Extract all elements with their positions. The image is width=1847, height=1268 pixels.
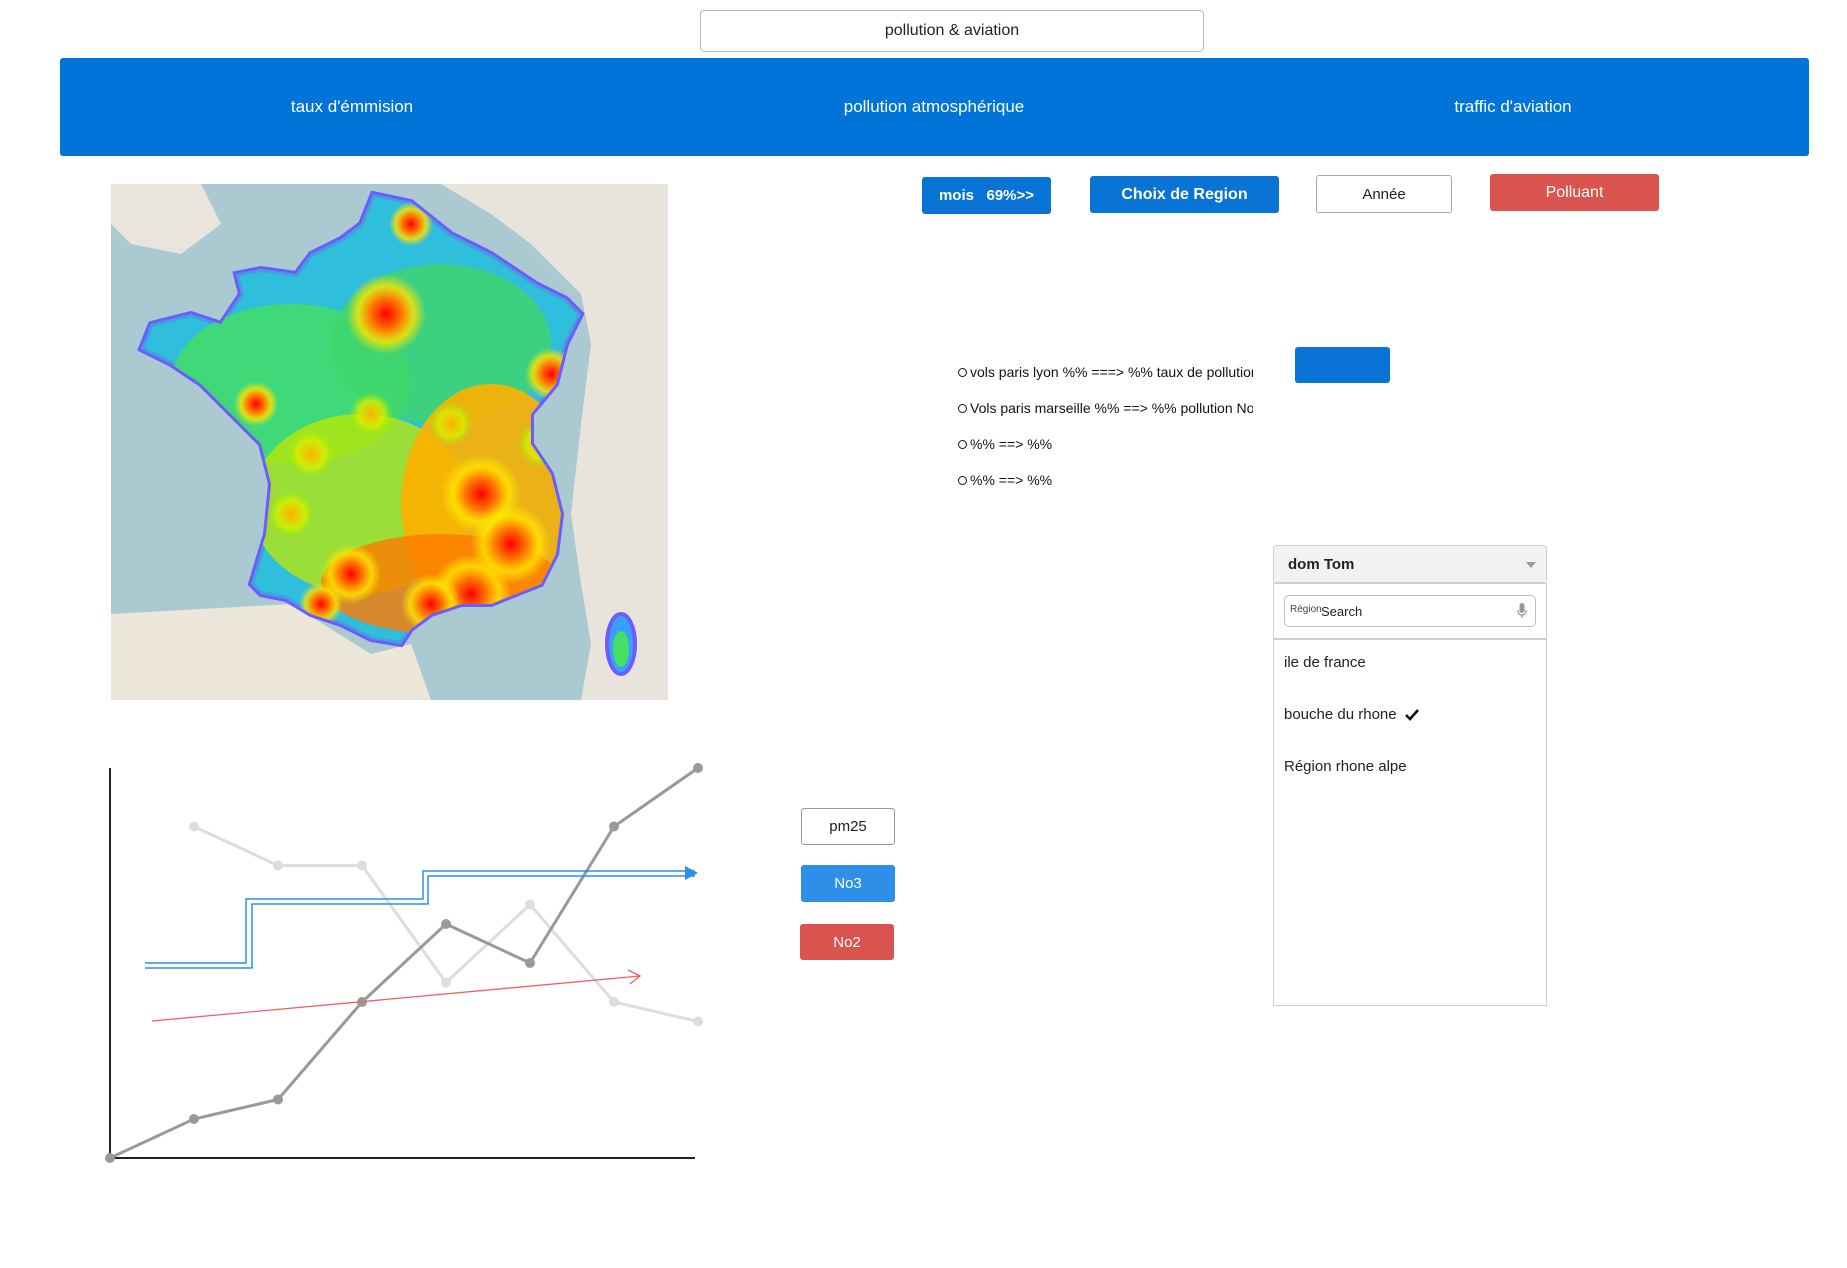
year-button[interactable]: Année (1316, 175, 1452, 213)
option-label: Région rhone alpe (1284, 758, 1407, 775)
no3-button[interactable]: No3 (801, 865, 895, 902)
month-filter-button[interactable]: mois 69%>> (922, 177, 1051, 214)
list-item: %% ==> %% (958, 462, 1253, 498)
bullet-icon (958, 403, 967, 413)
dropdown-selected-value: dom Tom (1288, 555, 1355, 573)
no2-button[interactable]: No2 (800, 924, 894, 960)
list-item-text: Vols paris marseille %% ==> %% pollution… (970, 400, 1253, 416)
series-1-point-3 (441, 977, 451, 988)
region-option-ile-de-france[interactable]: ile de france (1284, 654, 1366, 671)
nav-item-pollution[interactable]: pollution atmosphérique (644, 58, 1224, 156)
checkmark-icon (1404, 708, 1419, 721)
dropdown-search-wrap: Région Search (1273, 583, 1547, 639)
list-item-text: vols paris lyon %% ===> %% taux de pollu… (970, 364, 1253, 380)
bullet-icon (958, 475, 967, 485)
list-item: vols paris lyon %% ===> %% taux de pollu… (958, 354, 1253, 390)
series-1-point-0 (189, 821, 199, 832)
nav-item-emission[interactable]: taux d'émmision (60, 58, 644, 156)
pollution-line-chart (95, 760, 715, 1170)
series-0-point-2 (273, 1094, 283, 1105)
series-1-point-5 (609, 997, 619, 1007)
list-item: %% ==> %% (958, 426, 1253, 462)
red-trend-arrow (151, 969, 642, 1022)
series-1-point-1 (273, 860, 283, 871)
region-option-rhone-alpe[interactable]: Région rhone alpe (1284, 758, 1407, 775)
series-0-point-7 (693, 763, 703, 773)
series-1-point-6 (693, 1016, 703, 1027)
series-1-point-4 (525, 899, 535, 910)
blue-step-arrow (145, 866, 698, 969)
nav-item-aviation[interactable]: traffic d'aviation (1224, 58, 1802, 156)
region-search-input[interactable]: Région Search (1284, 595, 1536, 627)
search-placeholder: Search (1321, 604, 1363, 619)
series-0-point-4 (441, 919, 451, 929)
blank-action-button[interactable] (1295, 347, 1390, 383)
page-title: pollution & aviation (700, 10, 1204, 52)
option-label: bouche du rhone (1284, 706, 1397, 723)
series-0-point-0 (105, 1153, 115, 1163)
series-0-point-6 (609, 821, 619, 832)
region-options-list: ile de france bouche du rhone Région rho… (1273, 639, 1547, 1006)
region-option-bouche-du-rhone[interactable]: bouche du rhone (1284, 706, 1419, 723)
bullet-icon (958, 367, 967, 377)
region-dropdown: dom Tom Région Search ile de france bouc… (1273, 545, 1547, 1006)
main-navbar: taux d'émmision pollution atmosphérique … (60, 58, 1809, 156)
region-dropdown-toggle[interactable]: dom Tom (1273, 545, 1547, 583)
series-1-point-2 (357, 860, 367, 871)
option-label: ile de france (1284, 654, 1366, 671)
region-choice-button[interactable]: Choix de Region (1090, 176, 1279, 213)
pollution-heatmap-map[interactable] (111, 184, 668, 700)
pollutant-button[interactable]: Polluant (1490, 174, 1659, 211)
caret-down-icon (1526, 562, 1536, 568)
list-item: Vols paris marseille %% ==> %% pollution… (958, 390, 1253, 426)
pm25-button[interactable]: pm25 (801, 808, 895, 845)
search-label: Région (1290, 604, 1322, 615)
heatmap-map-icon (111, 184, 668, 700)
series-0-point-1 (189, 1114, 199, 1124)
bullet-icon (958, 439, 967, 449)
flight-pollution-list: vols paris lyon %% ===> %% taux de pollu… (958, 354, 1253, 498)
chart-svg (105, 763, 703, 1163)
series-0-point-5 (525, 958, 535, 968)
microphone-icon[interactable] (1517, 602, 1527, 620)
list-item-text: %% ==> %% (970, 436, 1053, 452)
list-item-text: %% ==> %% (970, 472, 1053, 488)
